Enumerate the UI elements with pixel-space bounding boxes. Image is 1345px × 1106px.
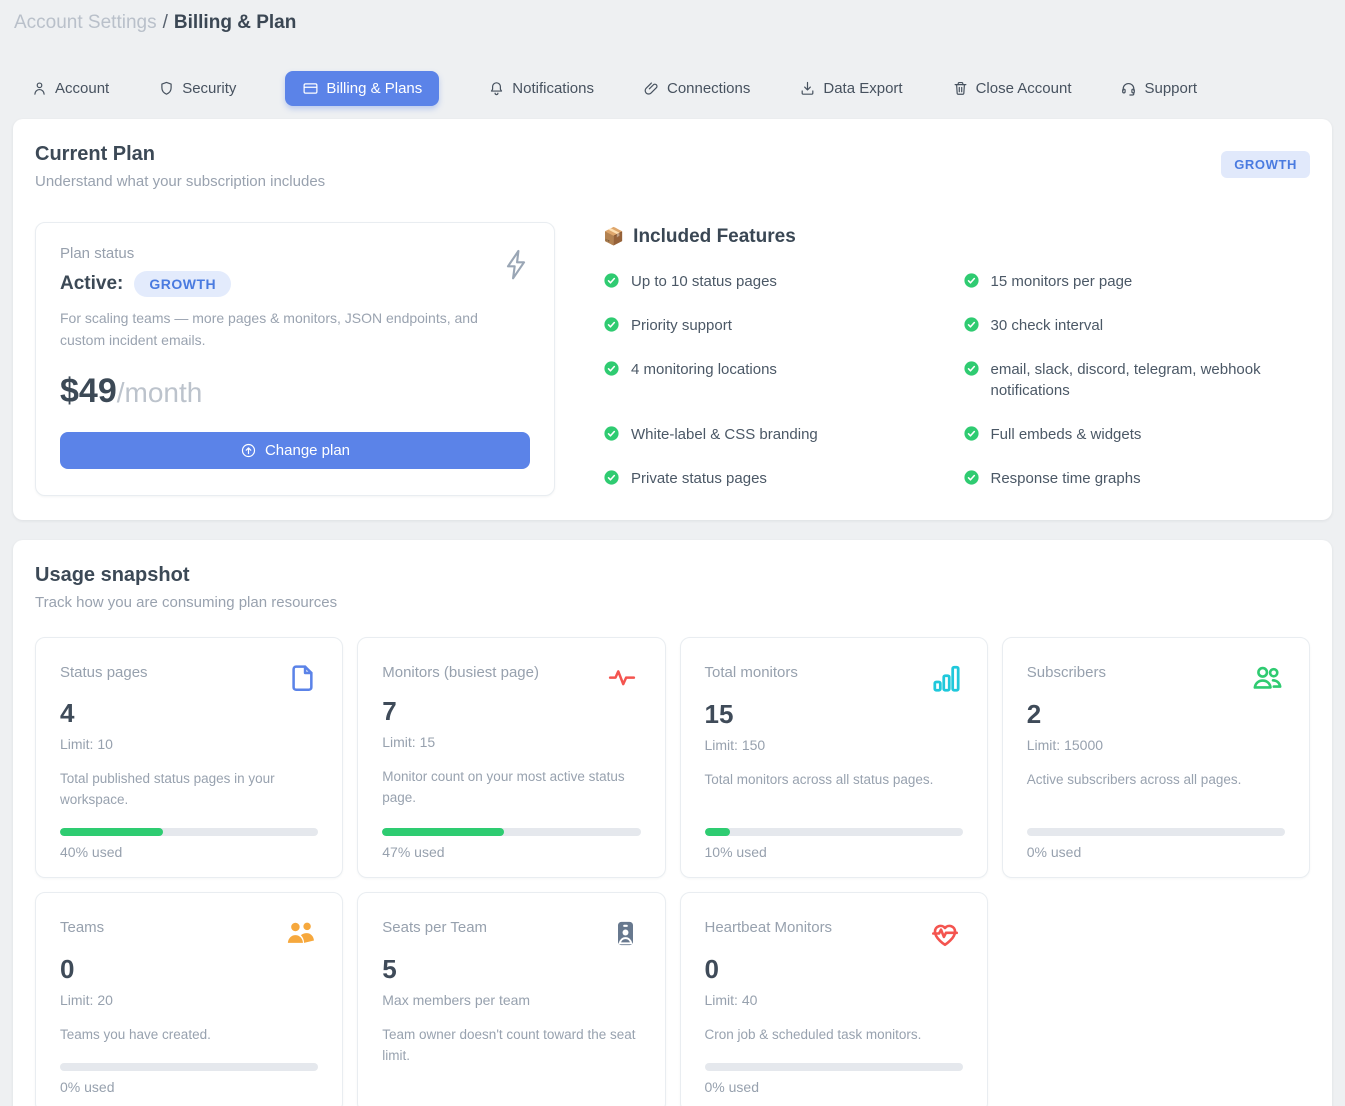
- feature-item: White-label & CSS branding: [603, 424, 951, 446]
- breadcrumb-section[interactable]: Account Settings: [14, 12, 157, 33]
- plan-price: $49 /month: [60, 372, 530, 411]
- current-plan-title: Current Plan: [35, 143, 325, 166]
- price-period: /month: [117, 377, 203, 409]
- included-features-title: Included Features: [633, 226, 796, 248]
- feature-item: Private status pages: [603, 468, 951, 490]
- person-icon: [31, 80, 48, 97]
- usage-title: Usage snapshot: [35, 564, 1310, 587]
- bell-icon: [488, 80, 505, 97]
- feature-item: email, slack, discord, telegram, webhook…: [963, 359, 1311, 403]
- tab-support[interactable]: Support: [1120, 71, 1197, 106]
- plan-status-card: Plan status Active: GROWTH For scaling t…: [35, 222, 555, 496]
- tab-notifications[interactable]: Notifications: [488, 71, 594, 106]
- progress-bar: 0% used: [1027, 811, 1285, 860]
- plan-status-label: Plan status: [60, 245, 530, 262]
- progress-bar: 0% used: [705, 1046, 963, 1095]
- people-outline-icon: [1250, 662, 1285, 695]
- breadcrumb: Account Settings / Billing & Plan: [13, 12, 1332, 34]
- included-features: 📦 Included Features Up to 10 status page…: [603, 222, 1310, 496]
- progress-bar: 10% used: [705, 811, 963, 860]
- feature-item: 15 monitors per page: [963, 271, 1311, 293]
- heart-pulse-icon: [927, 917, 963, 950]
- feature-item: Up to 10 status pages: [603, 271, 951, 293]
- change-plan-button[interactable]: Change plan: [60, 432, 530, 469]
- feature-item: Response time graphs: [963, 468, 1311, 490]
- feature-item: 30 check interval: [963, 315, 1311, 337]
- tab-connections[interactable]: Connections: [643, 71, 750, 106]
- headset-icon: [1120, 80, 1137, 97]
- usage-card-seats-per-team: Seats per Team 5 Max members per team Te…: [357, 892, 665, 1106]
- id-badge-icon: [610, 917, 641, 950]
- current-plan-panel: Current Plan Understand what your subscr…: [13, 119, 1332, 520]
- usage-card-total-monitors: Total monitors 15 Limit: 150 Total monit…: [680, 637, 988, 878]
- usage-card-teams: Teams 0 Limit: 20 Teams you have created…: [35, 892, 343, 1106]
- arrow-up-circle-icon: [240, 442, 257, 459]
- plan-status-value: Active:: [60, 273, 123, 295]
- page-title: Billing & Plan: [174, 12, 296, 33]
- tab-billing-plans[interactable]: Billing & Plans: [285, 71, 439, 106]
- breadcrumb-separator: /: [163, 12, 168, 33]
- pulse-icon: [603, 662, 641, 692]
- usage-card-status-pages: Status pages 4 Limit: 10 Total published…: [35, 637, 343, 878]
- usage-card-monitors-busiest: Monitors (busiest page) 7 Limit: 15 Moni…: [357, 637, 665, 878]
- plan-tier-badge: GROWTH: [1221, 151, 1310, 178]
- plan-description: For scaling teams — more pages & monitor…: [60, 308, 490, 351]
- paperclip-icon: [643, 80, 660, 97]
- tab-close-account[interactable]: Close Account: [952, 71, 1072, 106]
- settings-tab-bar: Account Security Billing & Plans Notific…: [13, 71, 1332, 106]
- document-icon: [286, 662, 318, 694]
- tab-security[interactable]: Security: [158, 71, 236, 106]
- bar-chart-icon: [930, 662, 963, 695]
- plan-status-badge: GROWTH: [134, 271, 231, 297]
- current-plan-subtitle: Understand what your subscription includ…: [35, 173, 325, 190]
- feature-item: Full embeds & widgets: [963, 424, 1311, 446]
- feature-item: Priority support: [603, 315, 951, 337]
- trash-icon: [952, 80, 969, 97]
- package-icon: 📦: [603, 227, 624, 247]
- progress-bar: 47% used: [382, 811, 640, 860]
- credit-card-icon: [302, 80, 319, 97]
- feature-item: 4 monitoring locations: [603, 359, 951, 403]
- lightning-icon: [500, 247, 532, 283]
- tab-data-export[interactable]: Data Export: [799, 71, 902, 106]
- usage-card-heartbeat-monitors: Heartbeat Monitors 0 Limit: 40 Cron job …: [680, 892, 988, 1106]
- progress-bar: 0% used: [60, 1046, 318, 1095]
- tab-account[interactable]: Account: [31, 71, 109, 106]
- progress-bar: 40% used: [60, 811, 318, 860]
- people-filled-icon: [283, 917, 318, 950]
- download-icon: [799, 80, 816, 97]
- shield-icon: [158, 80, 175, 97]
- usage-card-subscribers: Subscribers 2 Limit: 15000 Active subscr…: [1002, 637, 1310, 878]
- billing-page: Account Settings / Billing & Plan Account …: [0, 0, 1345, 1106]
- usage-subtitle: Track how you are consuming plan resourc…: [35, 594, 1310, 611]
- usage-snapshot-panel: Usage snapshot Track how you are consumi…: [13, 540, 1332, 1106]
- price-amount: $49: [60, 372, 117, 411]
